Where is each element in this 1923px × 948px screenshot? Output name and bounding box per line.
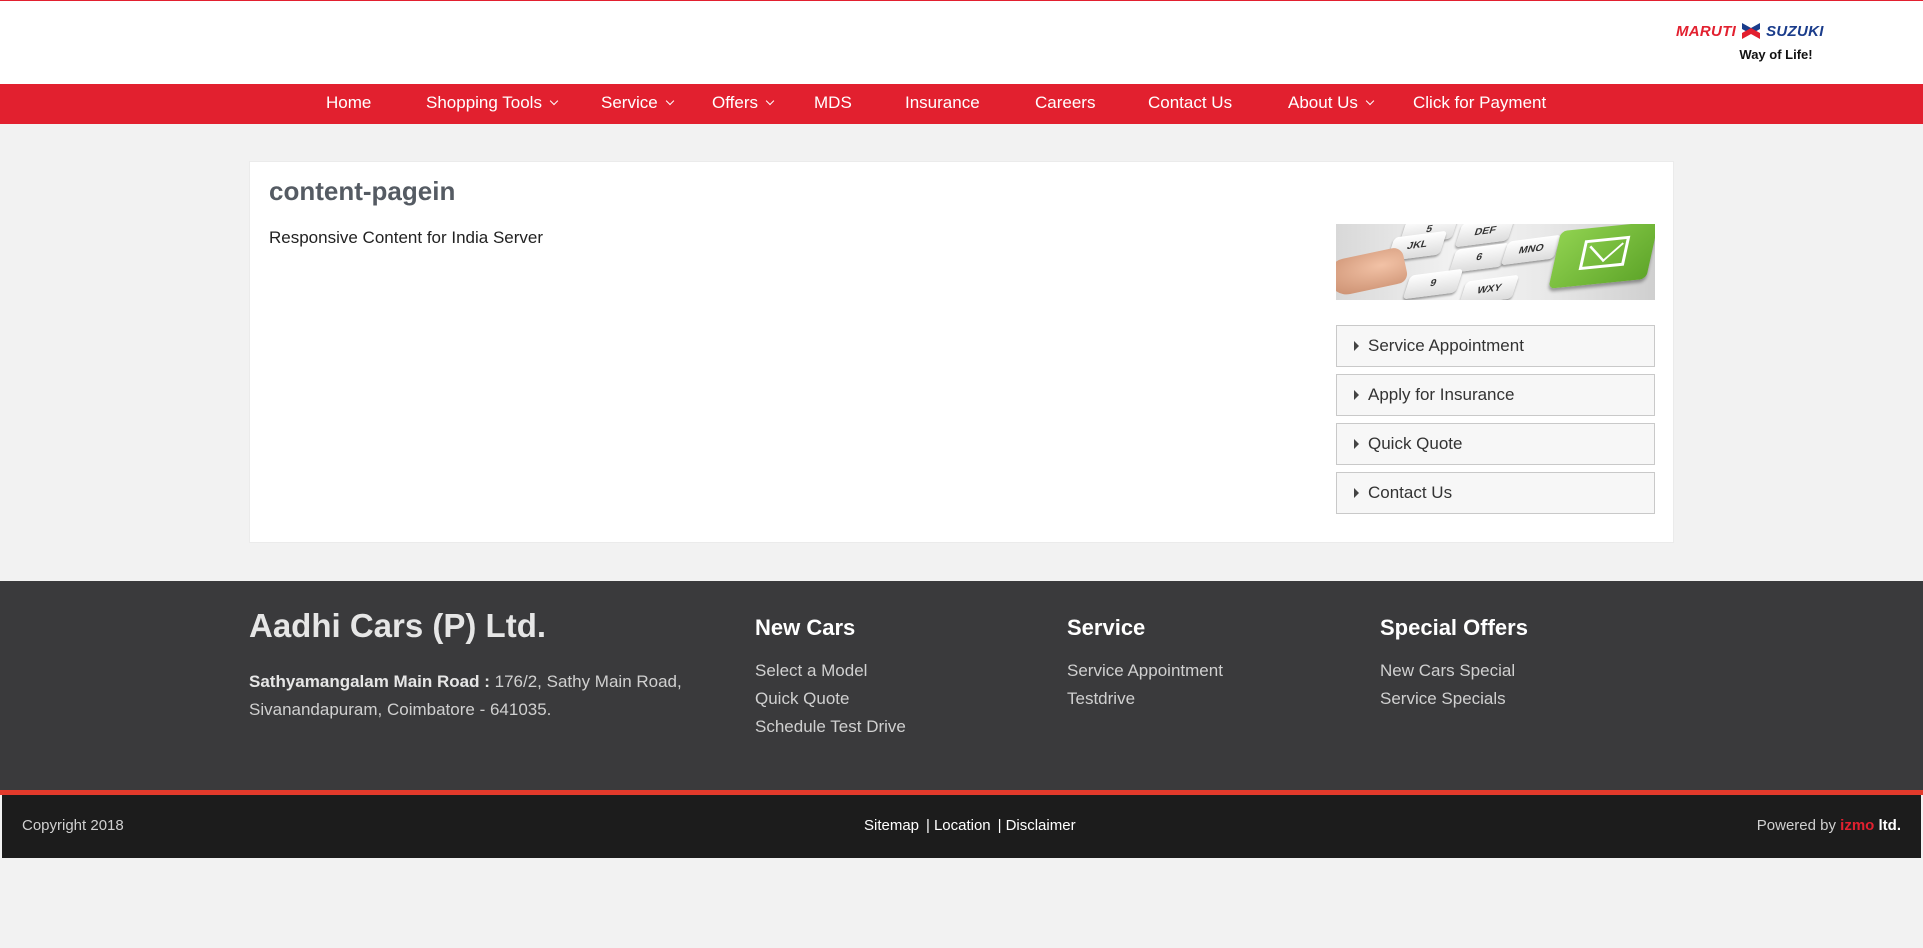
company-address: Sathyamangalam Main Road : 176/2, Sathy … bbox=[249, 668, 709, 724]
finger-image bbox=[1336, 246, 1409, 298]
nav-insurance-label: Insurance bbox=[905, 93, 980, 112]
footer-link-schedule-test-drive[interactable]: Schedule Test Drive bbox=[755, 713, 906, 741]
page-text: Responsive Content for India Server bbox=[269, 228, 544, 247]
caret-right-icon bbox=[1354, 390, 1359, 400]
nav-careers-label: Careers bbox=[1035, 93, 1096, 112]
nav-shopping-tools-label: Shopping Tools bbox=[426, 93, 542, 112]
sitemap-link[interactable]: Sitemap bbox=[864, 817, 919, 834]
suzuki-s-icon bbox=[1742, 23, 1761, 39]
copyright-text: Copyright 2018 bbox=[22, 817, 124, 834]
nav-contact-us-label: Contact Us bbox=[1148, 93, 1233, 112]
footer-link-service-specials[interactable]: Service Specials bbox=[1380, 685, 1528, 713]
nav-contact-us[interactable]: Contact Us bbox=[1148, 84, 1232, 124]
banner-key: WXY bbox=[1458, 274, 1520, 300]
logo-suzuki-text: SUZUKI bbox=[1766, 22, 1824, 40]
footer-new-cars: New Cars Select a Model Quick Quote Sche… bbox=[755, 615, 906, 741]
disclaimer-link[interactable]: Disclaimer bbox=[1006, 817, 1076, 834]
nav-home[interactable]: Home bbox=[326, 84, 371, 124]
footer-link-testdrive[interactable]: Testdrive bbox=[1067, 685, 1223, 713]
nav-service[interactable]: Service bbox=[601, 84, 674, 124]
sidebar-contact-us[interactable]: Contact Us bbox=[1336, 472, 1655, 514]
address-label: Sathyamangalam Main Road : bbox=[249, 672, 490, 691]
email-key bbox=[1548, 224, 1655, 289]
sidebar-quick-quote[interactable]: Quick Quote bbox=[1336, 423, 1655, 465]
footer-heading: Service bbox=[1067, 615, 1146, 640]
site-footer: Aadhi Cars (P) Ltd. Sathyamangalam Main … bbox=[0, 581, 1923, 790]
sidebar-item-label: Apply for Insurance bbox=[1368, 385, 1515, 404]
logo-maruti-text: MARUTI bbox=[1676, 22, 1737, 40]
izmo-ltd: ltd. bbox=[1874, 817, 1901, 834]
bottom-links: Sitemap | Location | Disclaimer bbox=[864, 817, 1076, 834]
sidebar-item-label: Contact Us bbox=[1368, 483, 1453, 502]
footer-service: Service Service Appointment Testdrive bbox=[1067, 615, 1223, 713]
izmo-brand: izmo bbox=[1840, 817, 1875, 834]
banner-key: MNO bbox=[1500, 234, 1562, 266]
caret-right-icon bbox=[1354, 341, 1359, 351]
sidebar-item-label: Service Appointment bbox=[1368, 336, 1524, 355]
sidebar-item-label: Quick Quote bbox=[1368, 434, 1463, 453]
nav-click-for-payment[interactable]: Click for Payment bbox=[1413, 84, 1546, 124]
company-name: Aadhi Cars (P) Ltd. bbox=[249, 607, 547, 644]
nav-home-label: Home bbox=[326, 93, 372, 112]
page-title: content-pagein bbox=[269, 176, 456, 206]
footer-link-service-appointment[interactable]: Service Appointment bbox=[1067, 657, 1223, 685]
footer-special-offers: Special Offers New Cars Special Service … bbox=[1380, 615, 1528, 713]
address-line2: Sivanandapuram, Coimbatore - 641035. bbox=[249, 700, 552, 719]
chevron-down-icon bbox=[549, 96, 559, 106]
logo-tagline: Way of Life! bbox=[1739, 47, 1813, 62]
nav-payment-label: Click for Payment bbox=[1413, 93, 1547, 112]
chevron-down-icon bbox=[1365, 96, 1375, 106]
nav-about-us[interactable]: About Us bbox=[1288, 84, 1375, 124]
nav-service-label: Service bbox=[601, 93, 658, 112]
nav-shopping-tools[interactable]: Shopping Tools bbox=[426, 84, 559, 124]
footer-link-quick-quote[interactable]: Quick Quote bbox=[755, 685, 906, 713]
link-separator: | bbox=[997, 817, 1002, 834]
chevron-down-icon bbox=[765, 96, 775, 106]
maruti-suzuki-logo[interactable]: MARUTI SUZUKI Way of Life! bbox=[1676, 19, 1862, 69]
site-header: MARUTI SUZUKI Way of Life! bbox=[0, 1, 1923, 84]
nav-mds-label: MDS bbox=[814, 93, 852, 112]
contact-keypad-banner: 5 DEF JKL 6 MNO 9 WXY bbox=[1336, 224, 1655, 300]
location-link[interactable]: Location bbox=[934, 817, 991, 834]
sidebar-service-appointment[interactable]: Service Appointment bbox=[1336, 325, 1655, 367]
footer-heading: Special Offers bbox=[1380, 615, 1528, 640]
footer-link-select-a-model[interactable]: Select a Model bbox=[755, 657, 906, 685]
bottom-bar: Copyright 2018 Sitemap | Location | Disclaim… bbox=[2, 795, 1921, 858]
footer-heading: New Cars bbox=[755, 615, 856, 640]
nav-about-us-label: About Us bbox=[1288, 93, 1358, 112]
envelope-icon bbox=[1578, 235, 1631, 271]
chevron-down-icon bbox=[665, 96, 674, 106]
powered-by-text: Powered by bbox=[1756, 817, 1841, 834]
nav-mds[interactable]: MDS bbox=[814, 84, 852, 124]
nav-offers[interactable]: Offers bbox=[712, 84, 775, 124]
nav-insurance[interactable]: Insurance bbox=[905, 84, 980, 124]
caret-right-icon bbox=[1354, 488, 1359, 498]
banner-key: 9 bbox=[1402, 268, 1464, 300]
link-separator: | bbox=[926, 817, 930, 834]
main-nav: Home Shopping Tools Service Offers MDS I… bbox=[0, 84, 1923, 124]
nav-offers-label: Offers bbox=[712, 93, 758, 112]
logo-wordmark: MARUTI SUZUKI bbox=[1676, 19, 1862, 43]
address-line1: 176/2, Sathy Main Road, bbox=[489, 672, 682, 691]
sidebar-apply-for-insurance[interactable]: Apply for Insurance bbox=[1336, 374, 1655, 416]
footer-link-new-cars-special[interactable]: New Cars Special bbox=[1380, 657, 1528, 685]
powered-by[interactable]: Powered by izmo ltd. bbox=[1757, 817, 1901, 834]
caret-right-icon bbox=[1354, 439, 1359, 449]
nav-careers[interactable]: Careers bbox=[1035, 84, 1095, 124]
content-card: content-pagein Responsive Content for In… bbox=[249, 161, 1674, 543]
